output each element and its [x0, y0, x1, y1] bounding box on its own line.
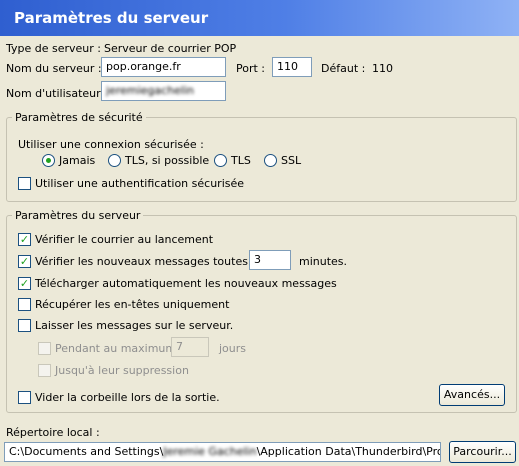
username-field[interactable]: jeremiegachelin	[101, 81, 226, 101]
check-on-startup-label[interactable]: Vérifier le courrier au lancement	[35, 233, 213, 246]
radio-ssl-label[interactable]: SSL	[281, 154, 301, 167]
browse-button[interactable]: Parcourir...	[449, 441, 516, 463]
local-dir-path-suffix: \Application Data\Thunderbird\Profiles\u…	[256, 445, 440, 458]
local-dir-label: Répertoire local :	[6, 426, 100, 439]
until-deleted-checkbox[interactable]	[38, 364, 51, 377]
username-value: jeremiegachelin	[106, 84, 195, 97]
radio-tls-if-possible-label[interactable]: TLS, si possible	[125, 154, 209, 167]
port-field[interactable]: 110	[272, 57, 312, 77]
radio-ssl[interactable]	[264, 154, 277, 167]
security-legend: Paramètres de sécurité	[12, 111, 146, 124]
check-every-label[interactable]: Vérifier les nouveaux messages toutes le…	[35, 255, 267, 268]
username-label: Nom d'utilisateur :	[6, 87, 108, 100]
headers-only-label[interactable]: Récupérer les en-têtes uniquement	[35, 298, 229, 311]
default-port-label: Défaut :	[321, 62, 366, 75]
empty-trash-checkbox[interactable]	[18, 391, 31, 404]
port-label: Port :	[236, 62, 266, 75]
until-deleted-label[interactable]: Jusqu'à leur suppression	[55, 364, 189, 377]
radio-never-label[interactable]: Jamais	[59, 154, 95, 167]
local-dir-path-user: Jeremie Gachelin	[163, 445, 257, 458]
server-name-label: Nom du serveur :	[6, 62, 102, 75]
leave-on-server-checkbox[interactable]	[18, 319, 31, 332]
local-dir-path-prefix: C:\Documents and Settings\	[9, 445, 164, 458]
radio-never[interactable]	[42, 154, 55, 167]
server-type-value: Serveur de courrier POP	[104, 42, 237, 55]
radio-tls-if-possible[interactable]	[108, 154, 121, 167]
title-bar: Paramètres du serveur	[0, 0, 519, 36]
secure-connection-label: Utiliser une connexion sécurisée :	[18, 138, 204, 151]
secure-auth-checkbox[interactable]	[18, 177, 31, 190]
secure-auth-label[interactable]: Utiliser une authentification sécurisée	[35, 177, 244, 190]
advanced-button[interactable]: Avancés...	[439, 384, 505, 406]
local-dir-field[interactable]: C:\Documents and Settings\Jeremie Gachel…	[4, 442, 441, 462]
empty-trash-label[interactable]: Vider la corbeille lors de la sortie.	[35, 391, 220, 404]
server-type-label: Type de serveur :	[6, 42, 102, 55]
auto-download-label[interactable]: Télécharger automatiquement les nouveaux…	[35, 277, 337, 290]
headers-only-checkbox[interactable]	[18, 298, 31, 311]
check-interval-field[interactable]: 3	[249, 250, 291, 270]
max-days-checkbox[interactable]	[38, 342, 51, 355]
max-days-field[interactable]: 7	[171, 337, 209, 357]
leave-on-server-label[interactable]: Laisser les messages sur le serveur.	[35, 319, 233, 332]
radio-selected-dot	[46, 158, 51, 163]
minutes-label: minutes.	[299, 255, 348, 268]
days-label: jours	[219, 342, 247, 355]
radio-tls-label[interactable]: TLS	[231, 154, 251, 167]
page-title: Paramètres du serveur	[14, 9, 209, 27]
radio-tls[interactable]	[214, 154, 227, 167]
check-on-startup-checkbox[interactable]: ✓	[18, 233, 31, 246]
max-days-label[interactable]: Pendant au maximum	[55, 342, 176, 355]
check-every-checkbox[interactable]: ✓	[18, 255, 31, 268]
auto-download-checkbox[interactable]: ✓	[18, 277, 31, 290]
default-port-value: 110	[372, 62, 393, 75]
server-name-field[interactable]: pop.orange.fr	[101, 57, 226, 77]
server-settings-legend: Paramètres du serveur	[12, 209, 144, 222]
